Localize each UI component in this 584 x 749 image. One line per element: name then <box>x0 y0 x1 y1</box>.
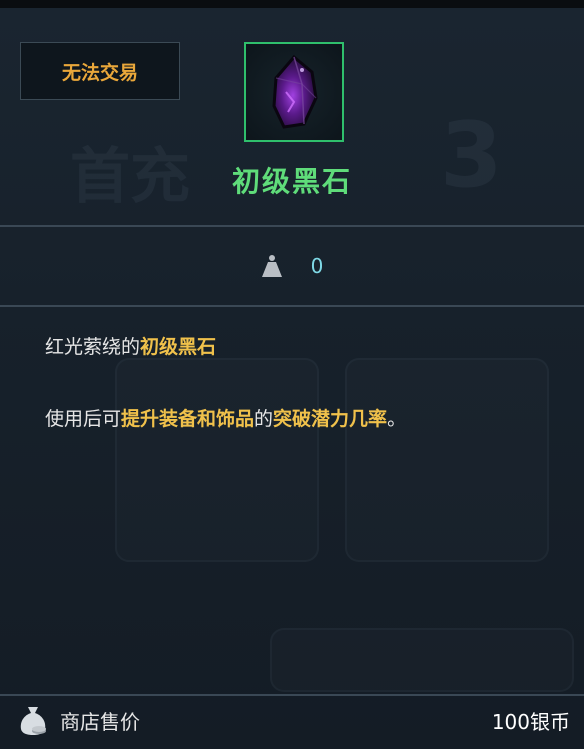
weight-value: 0 <box>310 254 324 278</box>
shop-price-label: 商店售价 <box>60 709 140 734</box>
untradeable-badge: 无法交易 <box>20 42 180 100</box>
money-bag-icon <box>20 707 46 735</box>
dark-crystal-icon <box>272 54 318 129</box>
item-description: 红光萦绕的初级黑石 使用后可提升装备和饰品的突破潜力几率。 <box>45 333 565 433</box>
item-name: 初级黑石 <box>231 165 352 198</box>
description-line: 红光萦绕的初级黑石 <box>45 333 565 361</box>
weight-icon <box>261 255 282 277</box>
shop-price-row: 商店售价 100银币 <box>0 698 584 742</box>
divider <box>0 694 584 696</box>
description-text: 使用后可 <box>45 408 122 430</box>
description-highlight: 提升装备和饰品 <box>121 408 255 430</box>
description-text: 红光萦绕的 <box>45 336 141 358</box>
weight-row: 0 <box>0 240 584 292</box>
background-ghost-panel <box>270 628 574 692</box>
item-tooltip: 首充 3 无法交易 初级黑石 0 红光萦绕的初级黑石 使用后可提升装备和饰品的突… <box>0 0 584 749</box>
description-highlight: 初级黑石 <box>140 336 217 358</box>
description-highlight: 突破潜力几率 <box>273 408 388 430</box>
divider <box>0 305 584 307</box>
shop-price-value: 100银币 <box>491 709 570 734</box>
description-line: 使用后可提升装备和饰品的突破潜力几率。 <box>45 405 565 433</box>
description-text: 。 <box>387 408 407 430</box>
divider <box>0 225 584 227</box>
description-text: 的 <box>254 408 274 430</box>
item-icon-frame <box>244 42 344 142</box>
